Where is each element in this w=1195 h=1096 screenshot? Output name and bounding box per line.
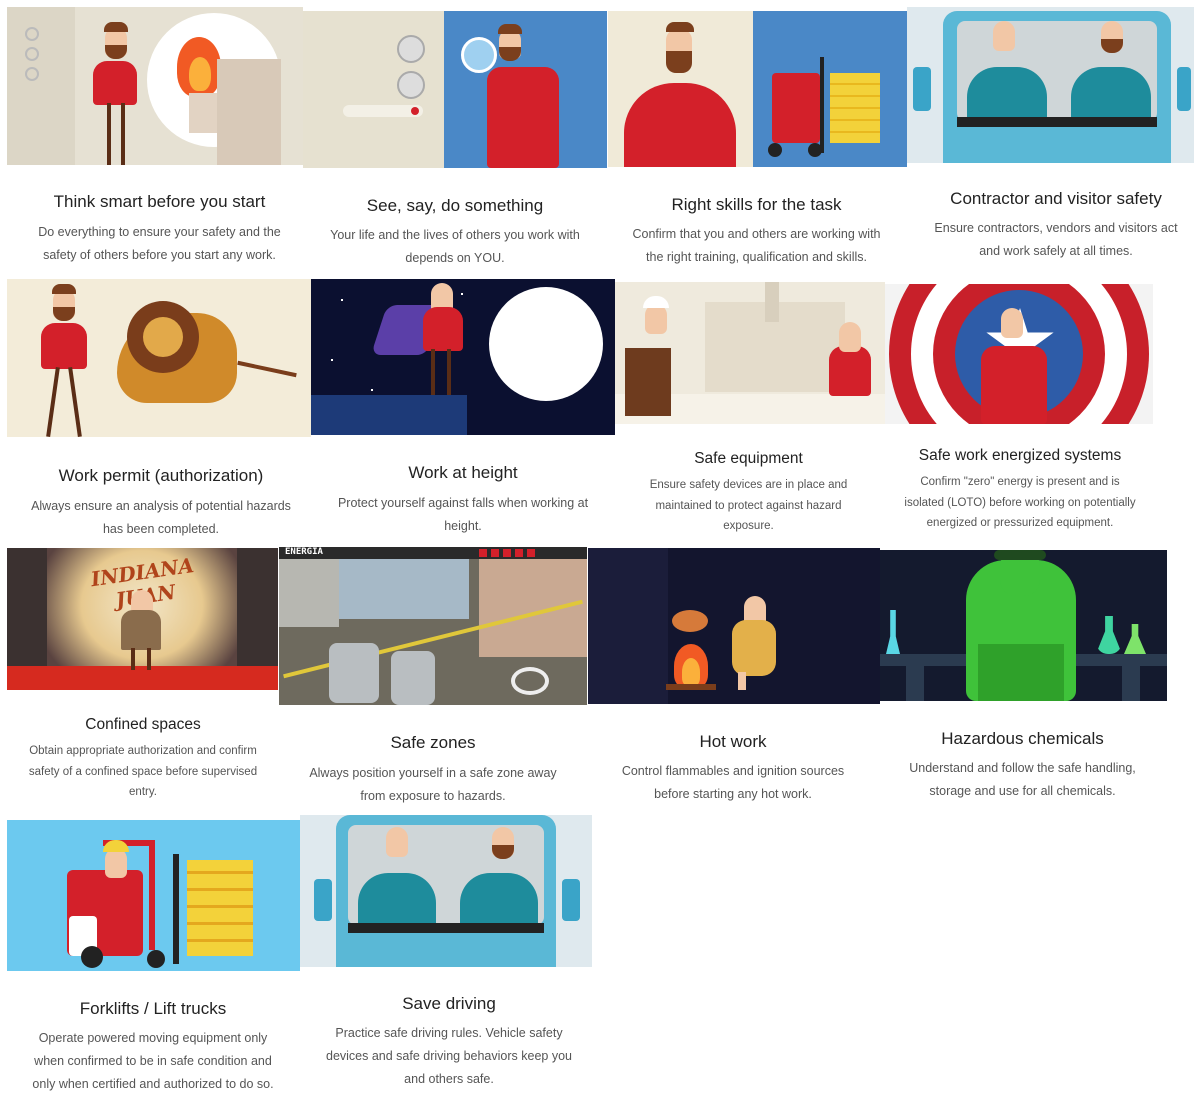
card-description: Control flammables and ignition sources … xyxy=(588,760,878,806)
desc-line: Always ensure an analysis of potential h… xyxy=(31,499,291,513)
desc-line: storage and use for all chemicals. xyxy=(929,784,1116,798)
card-description: Operate powered moving equipment only wh… xyxy=(7,1027,299,1096)
desc-line: energized or pressurized equipment. xyxy=(926,517,1114,529)
card-title: Right skills for the task xyxy=(671,195,842,214)
desc-line: Confirm that you and others are working … xyxy=(632,227,881,241)
card-description: Ensure contractors, vendors and visitors… xyxy=(907,217,1195,263)
work-permit-illustration xyxy=(7,279,311,437)
card-description: Confirm "zero" energy is present and is … xyxy=(885,472,1155,534)
desc-line: Ensure contractors, vendors and visitors… xyxy=(934,221,1178,235)
desc-line: Operate powered moving equipment only xyxy=(38,1031,268,1045)
moon-icon xyxy=(489,287,603,401)
energy-label: ENERGIA xyxy=(285,547,323,557)
desc-line: Control flammables and ignition sources xyxy=(621,764,845,778)
hazardous-chemicals-illustration xyxy=(880,550,1167,701)
card-title: Confined spaces xyxy=(85,716,201,733)
desc-line: Ensure safety devices are in place and xyxy=(649,479,848,491)
card-title: Forklifts / Lift trucks xyxy=(79,999,227,1018)
card-title: Save driving xyxy=(402,994,496,1013)
card-description: Your life and the lives of others you wo… xyxy=(303,224,607,270)
hot-work-illustration xyxy=(588,548,880,704)
card-description: Practice safe driving rules. Vehicle saf… xyxy=(300,1022,598,1091)
card-description: Protect yourself against falls when work… xyxy=(311,492,615,538)
desc-line: has been completed. xyxy=(102,522,220,536)
work-at-height-illustration xyxy=(311,279,615,435)
contractor-visitor-illustration xyxy=(907,7,1194,163)
desc-line: before starting any hot work. xyxy=(654,787,812,801)
desc-line: Obtain appropriate authorization and con… xyxy=(29,745,257,757)
safe-equipment-illustration xyxy=(615,282,885,424)
desc-line: Confirm "zero" energy is present and is xyxy=(920,476,1120,488)
desc-line: devices and safe driving behaviors keep … xyxy=(326,1049,572,1063)
desc-line: exposure. xyxy=(723,520,774,532)
card-title: Hot work xyxy=(699,732,767,751)
desc-line: Understand and follow the safe handling, xyxy=(909,761,1136,775)
card-title: Safe equipment xyxy=(694,450,803,467)
forklifts-illustration xyxy=(7,820,300,971)
card-title: Safe work energized systems xyxy=(918,447,1122,464)
desc-line: when confirmed to be in safe condition a… xyxy=(34,1054,272,1068)
desc-line: Do everything to ensure your safety and … xyxy=(38,225,281,239)
desc-line: depends on YOU. xyxy=(405,251,505,265)
desc-line: height. xyxy=(444,519,482,533)
see-say-do-illustration xyxy=(303,11,607,168)
card-title: See, say, do something xyxy=(366,196,544,215)
desc-line: safety of others before you start any wo… xyxy=(43,248,276,262)
desc-line: and work safely at all times. xyxy=(979,244,1133,258)
card-title: Work permit (authorization) xyxy=(58,466,264,485)
desc-line: Your life and the lives of others you wo… xyxy=(330,228,580,242)
energized-systems-illustration xyxy=(885,284,1153,424)
desc-line: Practice safe driving rules. Vehicle saf… xyxy=(335,1026,563,1040)
card-description: Always ensure an analysis of potential h… xyxy=(7,495,315,541)
confined-spaces-illustration: INDIANA JUAN xyxy=(7,548,278,690)
desc-line: from exposure to hazards. xyxy=(360,789,506,803)
desc-line: Always position yourself in a safe zone … xyxy=(309,766,557,780)
desc-line: only when certified and authorized to do… xyxy=(32,1077,274,1091)
desc-line: and others safe. xyxy=(404,1072,494,1086)
card-title: Think smart before you start xyxy=(53,192,266,211)
card-title: Safe zones xyxy=(390,733,476,752)
desc-line: the right training, qualification and sk… xyxy=(646,250,867,264)
chemistry-flask-icon xyxy=(1096,616,1122,654)
forklift-icon xyxy=(772,73,820,143)
card-title: Contractor and visitor safety xyxy=(950,189,1162,208)
card-description: Always position yourself in a safe zone … xyxy=(279,762,587,808)
card-title: Hazardous chemicals xyxy=(941,729,1104,748)
right-skills-illustration xyxy=(608,11,907,167)
card-description: Ensure safety devices are in place and m… xyxy=(615,475,882,537)
card-description: Understand and follow the safe handling,… xyxy=(880,757,1165,803)
card-description: Obtain appropriate authorization and con… xyxy=(7,741,279,803)
desc-line: isolated (LOTO) before working on potent… xyxy=(904,496,1136,509)
magnifier-icon xyxy=(461,37,497,73)
desc-line: Protect yourself against falls when work… xyxy=(337,496,589,510)
save-driving-illustration xyxy=(300,815,592,967)
card-description: Confirm that you and others are working … xyxy=(608,223,905,269)
card-title: Work at height xyxy=(408,463,518,482)
card-description: Do everything to ensure your safety and … xyxy=(7,221,312,267)
desc-line: entry. xyxy=(129,786,157,798)
desc-line: maintained to protect against hazard xyxy=(655,499,842,512)
desc-line: safety of a confined space before superv… xyxy=(28,765,258,778)
safe-zones-illustration: ENERGIA xyxy=(279,547,587,705)
think-smart-illustration xyxy=(7,7,303,165)
